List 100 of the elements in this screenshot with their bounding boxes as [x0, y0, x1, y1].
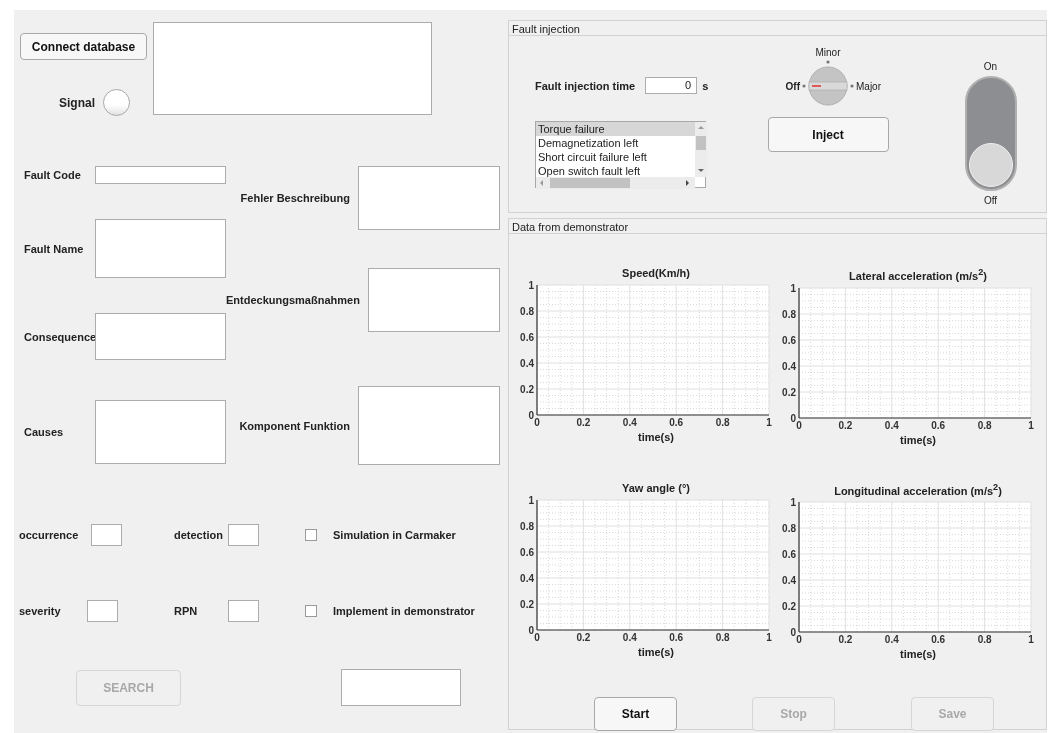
field-label: severity: [19, 605, 62, 617]
field-label: Causes: [23, 426, 65, 438]
field-label: Fault Name: [23, 242, 85, 255]
tick-dot: [826, 60, 830, 64]
tick-label: 0.2: [576, 631, 591, 643]
tick-label: 0: [528, 409, 534, 421]
tick-label: 0.8: [715, 417, 730, 428]
tick-label: 0.6: [669, 631, 684, 643]
checkbox-label: Simulation in Carmaker: [333, 529, 456, 541]
tick-label: 0.8: [520, 305, 534, 317]
connect-button[interactable]: Connect database: [20, 33, 147, 60]
field-label: RPN: [174, 605, 199, 617]
rotary-knob[interactable]: [808, 66, 848, 106]
tick-label: 0.8: [977, 634, 992, 646]
tick-label: 0.4: [884, 419, 899, 431]
tick-label: 1: [790, 282, 796, 294]
axis-label: time(s): [899, 648, 937, 661]
tick-label: 0.4: [520, 357, 534, 369]
chart-title: Yaw angle (°): [622, 481, 690, 494]
tick-label: 0.8: [715, 631, 730, 643]
knob-label[interactable]: Minor: [815, 47, 841, 58]
tick-label: 0.4: [782, 360, 796, 372]
field-label: detection: [174, 529, 224, 541]
tick-label: 0: [534, 631, 540, 643]
horizontal-scrollbar[interactable]: [536, 177, 695, 189]
input-field[interactable]: [95, 313, 226, 360]
tick-label: 0: [790, 412, 796, 424]
switch-label: On: [983, 61, 998, 72]
tick-label: 0.6: [931, 634, 946, 646]
signal-label: Signal: [58, 95, 95, 110]
tick-label: 0.6: [931, 419, 946, 431]
field-label: Fault injection time: [535, 79, 636, 92]
vertical-scrollbar[interactable]: [695, 122, 707, 177]
input-field[interactable]: [91, 524, 122, 546]
tick-label: 0.2: [838, 419, 853, 431]
axis-label: time(s): [637, 431, 675, 443]
field-label: Entdeckungsmaßnahmen: [226, 294, 360, 306]
tick-label: 0: [796, 634, 802, 646]
list-item[interactable]: Open switch fault left: [536, 164, 695, 177]
tick-label: 0.4: [622, 417, 637, 428]
tick-label: 1: [1028, 634, 1034, 646]
input-field[interactable]: [228, 600, 259, 622]
input-field[interactable]: [95, 166, 226, 184]
tick-label: 1: [1028, 419, 1034, 431]
time-field[interactable]: 0: [645, 77, 698, 94]
list-item[interactable]: Torque failure: [536, 122, 695, 136]
tick-label: 0.2: [782, 600, 796, 612]
tick-label: 0.8: [782, 308, 796, 320]
tick-label: 0.6: [782, 334, 796, 346]
input-field[interactable]: [358, 386, 500, 465]
chart-title: Longitudinal acceleration (m/s$^{2}$): [834, 481, 1002, 497]
inject-button[interactable]: Inject: [767, 117, 889, 152]
axis-label: time(s): [637, 645, 675, 658]
checkbox[interactable]: [305, 605, 317, 617]
switch-label: Off: [983, 195, 998, 206]
input-field[interactable]: [95, 219, 226, 278]
tick-label: 0.4: [782, 574, 796, 586]
tick-label: 0: [528, 624, 534, 636]
tick-label: 0.8: [782, 522, 796, 534]
input-field[interactable]: [87, 600, 118, 622]
tick-label: 0.6: [520, 546, 534, 558]
tick-label: 0.6: [782, 548, 796, 560]
tick-label: 0.2: [782, 386, 796, 398]
tick-label: 1: [766, 417, 772, 428]
tick-label: 1: [790, 496, 796, 508]
field-label: Consequence: [23, 330, 95, 343]
tick-label: 0.4: [520, 572, 534, 584]
chart-title: Lateral acceleration (m/s$^{2}$): [849, 267, 987, 282]
tick-label: 0.2: [838, 634, 853, 646]
input-field[interactable]: [341, 669, 461, 706]
tick-label: 0.4: [622, 631, 637, 643]
field-label: Fehler Beschreibung: [240, 192, 350, 204]
tick-label: 0: [796, 419, 802, 431]
checkbox[interactable]: [305, 529, 317, 541]
tick-label: 0.6: [520, 331, 534, 343]
input-field[interactable]: [367, 268, 500, 332]
knob-label[interactable]: Major: [856, 80, 881, 92]
tick-label: 0.4: [884, 634, 899, 646]
toggle-switch[interactable]: [964, 76, 1017, 191]
tick-label: 0.2: [520, 598, 534, 610]
field-label: Fault Code: [23, 169, 82, 181]
checkbox-label: Implement in demonstrator: [333, 605, 475, 617]
knob-label[interactable]: Off: [785, 80, 800, 92]
message-area[interactable]: [153, 22, 432, 115]
input-field[interactable]: [358, 166, 500, 230]
axis-label: time(s): [899, 433, 937, 446]
chart-title: Speed(Km/h): [622, 267, 690, 279]
panel-title: Fault injection: [509, 21, 1046, 36]
list-item[interactable]: Short circuit failure left: [536, 150, 695, 164]
tick-label: 0.2: [520, 383, 534, 395]
tick-label: 1: [528, 279, 534, 291]
tick-label: 1: [528, 494, 534, 506]
action-button[interactable]: Start: [594, 697, 677, 732]
fault-list[interactable]: Torque failure Demagnetization left Short circuit failure left Open switch fault left: [535, 121, 706, 188]
tick-label: 0.8: [977, 419, 992, 431]
panel-title: Data from demonstrator: [509, 219, 1046, 234]
input-field[interactable]: [95, 400, 226, 464]
list-item[interactable]: Demagnetization left: [536, 136, 695, 150]
tick-label: 0.8: [520, 520, 534, 532]
input-field[interactable]: [228, 524, 259, 546]
